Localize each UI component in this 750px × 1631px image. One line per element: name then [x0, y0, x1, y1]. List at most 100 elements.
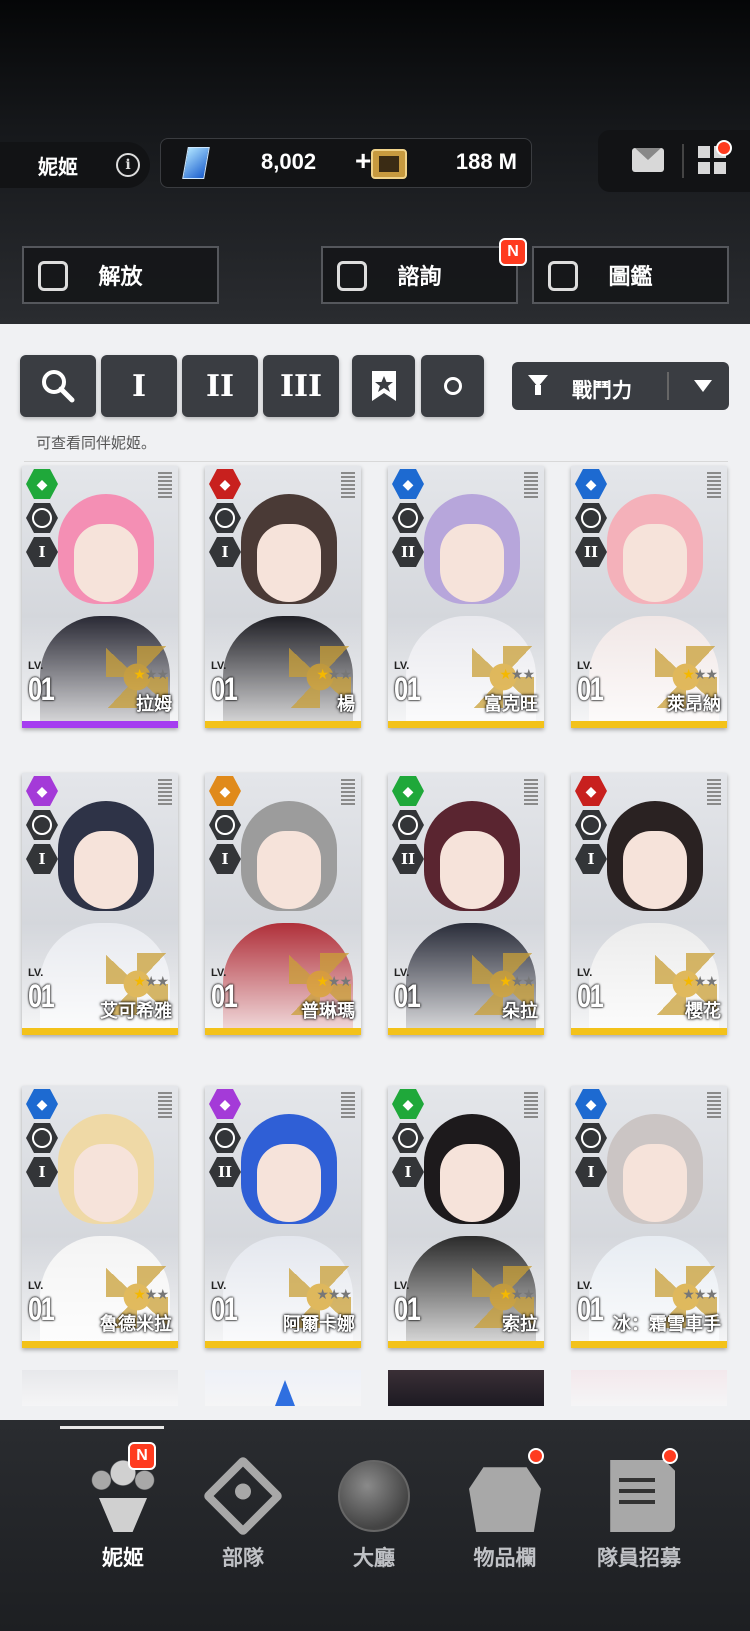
- rarity-bar: [205, 1028, 361, 1035]
- level-value: 01: [28, 1291, 55, 1327]
- nav-inventory[interactable]: 物品欄: [440, 1420, 570, 1580]
- nikke-card[interactable]: ◆ II LV. 01 ★★★ 阿爾卡娜: [205, 1086, 361, 1348]
- barcode-icon: [707, 472, 721, 500]
- nikke-name: 索拉: [502, 1314, 538, 1334]
- level-value: 01: [394, 671, 421, 707]
- star-icon: ★: [510, 1286, 524, 1302]
- star-icon: ★: [339, 1286, 352, 1302]
- nav-nikke[interactable]: N 妮姬: [58, 1420, 188, 1580]
- calendar-icon: [337, 261, 367, 291]
- nikke-name: 萊昂納: [667, 694, 721, 714]
- search-button[interactable]: [20, 355, 96, 417]
- nav-label: 大廳: [353, 1547, 395, 1570]
- nikke-card[interactable]: ◆ I LV. 01 ★★★ 楊: [205, 466, 361, 728]
- release-icon: [38, 261, 68, 291]
- barcode-icon: [341, 779, 355, 807]
- new-badge: N: [128, 1442, 156, 1470]
- star-icon: ★: [499, 973, 512, 989]
- nikke-name: 普琳瑪: [301, 1001, 355, 1021]
- rarity-bar: [205, 721, 361, 728]
- chevron-down-icon[interactable]: [694, 380, 712, 392]
- burst-1-filter[interactable]: I: [101, 355, 177, 417]
- nikke-name: 阿爾卡娜: [283, 1314, 355, 1334]
- rarity-bar: [571, 1341, 727, 1348]
- mail-icon[interactable]: [632, 148, 664, 172]
- info-icon[interactable]: i: [116, 153, 140, 177]
- rarity-bar: [22, 1341, 178, 1348]
- portrait-face: [257, 524, 321, 602]
- star-icon: ★: [705, 1286, 718, 1302]
- nikke-name: 魯德米拉: [100, 1314, 172, 1334]
- nikke-card[interactable]: ◆ I LV. 01 ★★★ 艾可希雅: [22, 773, 178, 1035]
- lobby-icon: [338, 1460, 410, 1532]
- consult-label: 諮詢: [397, 264, 442, 289]
- nikke-card[interactable]: ◆ II LV. 01 ★★★ 萊昂納: [571, 466, 727, 728]
- star-icon: ★: [133, 1286, 146, 1302]
- circle-filter[interactable]: [421, 355, 484, 417]
- nikke-card[interactable]: ◆ I LV. 01 ★★★ 普琳瑪: [205, 773, 361, 1035]
- notification-dot: [716, 140, 732, 156]
- add-gems-button[interactable]: +: [355, 145, 371, 177]
- inventory-icon: [469, 1467, 541, 1532]
- nikke-card[interactable]: ◆ I LV. 01 ★★★ 拉姆: [22, 466, 178, 728]
- nikke-name: 朵拉: [502, 1001, 538, 1021]
- nav-squad[interactable]: 部隊: [178, 1420, 308, 1580]
- nav-lobby[interactable]: 大廳: [309, 1420, 439, 1580]
- sort-dropdown[interactable]: 戰鬥力: [512, 362, 729, 410]
- nikke-card[interactable]: ◆ I LV. 01 ★★★ 魯德米拉: [22, 1086, 178, 1348]
- star-icon: ★: [510, 666, 524, 682]
- sort-label: 戰鬥力: [572, 380, 632, 402]
- star-icon: ★: [156, 666, 169, 682]
- squad-icon: [202, 1455, 284, 1537]
- bookmark-star-icon: [371, 371, 396, 401]
- card-partial: [571, 1370, 727, 1406]
- nikke-card[interactable]: ◆ I LV. 01 ★★★ 櫻花: [571, 773, 727, 1035]
- star-icon: ★: [682, 1286, 695, 1302]
- nikke-card[interactable]: ◆ I LV. 01 ★★★ 索拉: [388, 1086, 544, 1348]
- level-value: 01: [211, 978, 238, 1014]
- currency-bar: 8,002 + 188 M: [160, 138, 532, 188]
- notification-dot: [528, 1448, 544, 1464]
- gem-count: 8,002: [261, 149, 317, 174]
- star-icon: ★: [339, 666, 352, 682]
- nikke-card[interactable]: ◆ I LV. 01 ★★★ 冰：霜雪車手: [571, 1086, 727, 1348]
- consult-button[interactable]: 諮詢: [321, 246, 518, 304]
- nikke-card[interactable]: ◆ II LV. 01 ★★★ 富克旺: [388, 466, 544, 728]
- level-value: 01: [28, 671, 55, 707]
- rarity-bar: [22, 721, 178, 728]
- level-value: 01: [394, 978, 421, 1014]
- star-icon: ★: [144, 666, 158, 682]
- nav-recruit[interactable]: 隊員招募: [574, 1420, 704, 1580]
- star-rating: ★★★: [316, 1286, 352, 1303]
- star-icon: ★: [499, 1286, 512, 1302]
- nikke-name: 艾可希雅: [100, 1001, 172, 1021]
- nikke-icon: [87, 1460, 159, 1532]
- rarity-bar: [388, 1341, 544, 1348]
- star-icon: ★: [316, 666, 329, 682]
- nikke-name: 拉姆: [136, 694, 172, 714]
- release-button[interactable]: 解放: [22, 246, 219, 304]
- codex-button[interactable]: 圖鑑: [532, 246, 729, 304]
- nav-label: 部隊: [222, 1547, 264, 1570]
- nav-label: 物品欄: [473, 1547, 537, 1570]
- nikke-name: 櫻花: [685, 1001, 721, 1021]
- filter-icon: [528, 375, 548, 395]
- portrait-face: [623, 524, 687, 602]
- star-rating: ★★★: [499, 1286, 535, 1303]
- circle-icon: [443, 377, 462, 395]
- barcode-icon: [341, 472, 355, 500]
- nav-label: 隊員招募: [597, 1547, 681, 1570]
- nikke-card[interactable]: ◆ II LV. 01 ★★★ 朵拉: [388, 773, 544, 1035]
- divider: [667, 372, 669, 400]
- favorite-filter[interactable]: [352, 355, 415, 417]
- star-rating: ★★★: [316, 666, 352, 683]
- bottom-nav: N 妮姬 部隊 大廳 物品欄 隊員招募: [0, 1420, 750, 1631]
- notification-dot: [662, 1448, 678, 1464]
- section-label: 妮姬 i: [0, 142, 150, 188]
- burst-3-filter[interactable]: III: [263, 355, 339, 417]
- card-partial: [22, 1370, 178, 1406]
- barcode-icon: [158, 779, 172, 807]
- barcode-icon: [158, 1092, 172, 1120]
- level-value: 01: [577, 978, 604, 1014]
- burst-2-filter[interactable]: II: [182, 355, 258, 417]
